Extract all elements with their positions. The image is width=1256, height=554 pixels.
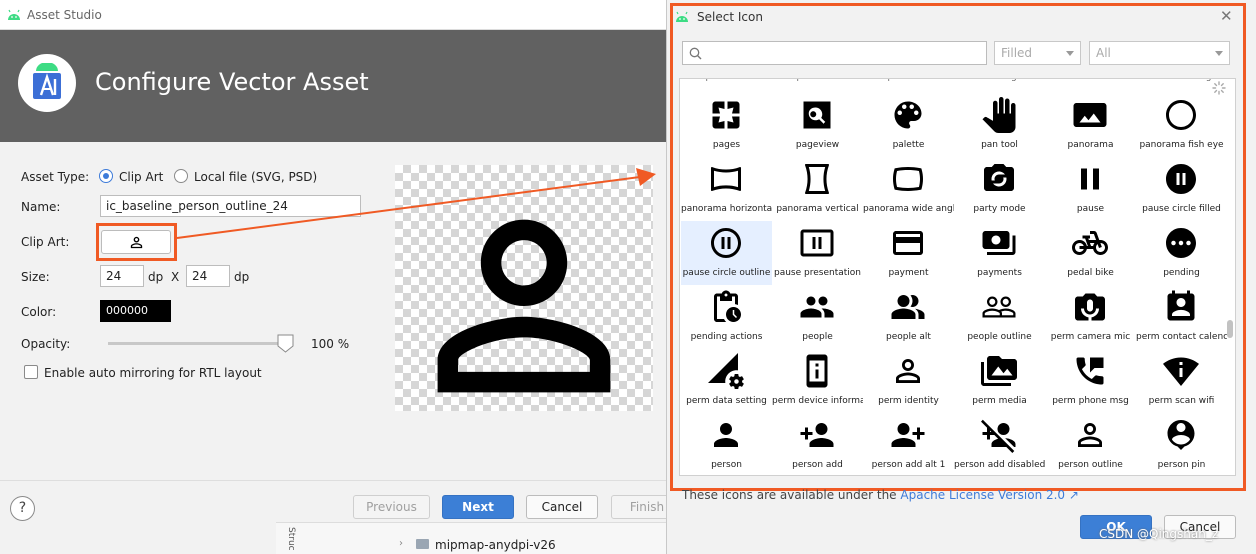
- help-button[interactable]: ?: [10, 496, 35, 521]
- android-icon: [8, 9, 20, 20]
- android-studio-icon: [33, 63, 61, 99]
- height-input[interactable]: 24: [186, 265, 230, 287]
- folder-icon: [416, 539, 429, 549]
- tree-item[interactable]: mipmap-anydpi-v26: [435, 538, 556, 552]
- android-studio-logo: [18, 54, 76, 112]
- opacity-value: 100 %: [311, 337, 350, 351]
- window-title: Asset Studio: [27, 8, 102, 22]
- license-link[interactable]: Apache License Version 2.0 ↗: [900, 488, 1079, 502]
- clip-art-label: Clip Art:: [21, 235, 70, 249]
- annotation-box-select-icon: [670, 3, 1246, 491]
- width-input[interactable]: 24: [100, 265, 144, 287]
- annotation-box-clip-art: [96, 223, 177, 261]
- cancel-button[interactable]: Cancel: [526, 495, 598, 519]
- rtl-checkbox[interactable]: [24, 365, 38, 379]
- width-unit: dp: [148, 270, 164, 284]
- rtl-label: Enable auto mirroring for RTL layout: [44, 366, 262, 380]
- license-text: These icons are available under the: [682, 488, 897, 502]
- license-note: These icons are available under the Apac…: [682, 488, 1079, 502]
- page-title: Configure Vector Asset: [95, 68, 369, 96]
- color-label: Color:: [21, 305, 57, 319]
- tree-expand-icon[interactable]: ›: [399, 538, 403, 549]
- annotation-arrow: [176, 168, 656, 239]
- size-separator: X: [171, 270, 180, 284]
- opacity-slider-thumb[interactable]: [277, 334, 294, 353]
- asset-type-label: Asset Type:: [21, 170, 90, 184]
- name-label: Name:: [21, 200, 61, 214]
- next-button[interactable]: Next: [442, 495, 514, 519]
- opacity-slider-track[interactable]: [108, 342, 292, 345]
- radio-clip-art[interactable]: [99, 169, 113, 183]
- asset-studio-titlebar: Asset Studio: [0, 0, 668, 30]
- radio-clip-art-label[interactable]: Clip Art: [119, 170, 163, 184]
- color-swatch[interactable]: 000000: [100, 300, 171, 322]
- select-icon-dialog: Select Icon ✕ Filled All open in fullope…: [666, 0, 1256, 554]
- size-label: Size:: [21, 270, 50, 284]
- footer-divider: [0, 480, 668, 481]
- height-unit: dp: [234, 270, 250, 284]
- structure-tab[interactable]: Struc: [286, 527, 296, 551]
- wizard-header: Configure Vector Asset: [0, 30, 668, 142]
- opacity-label: Opacity:: [21, 337, 71, 351]
- watermark: CSDN @Qingshan_z: [1099, 527, 1219, 541]
- asset-studio-dialog: Asset Studio Configure Vector Asset Asse…: [0, 0, 683, 554]
- previous-button[interactable]: Previous: [353, 495, 430, 519]
- ide-project-tree: Struc › mipmap-anydpi-v26: [276, 522, 668, 554]
